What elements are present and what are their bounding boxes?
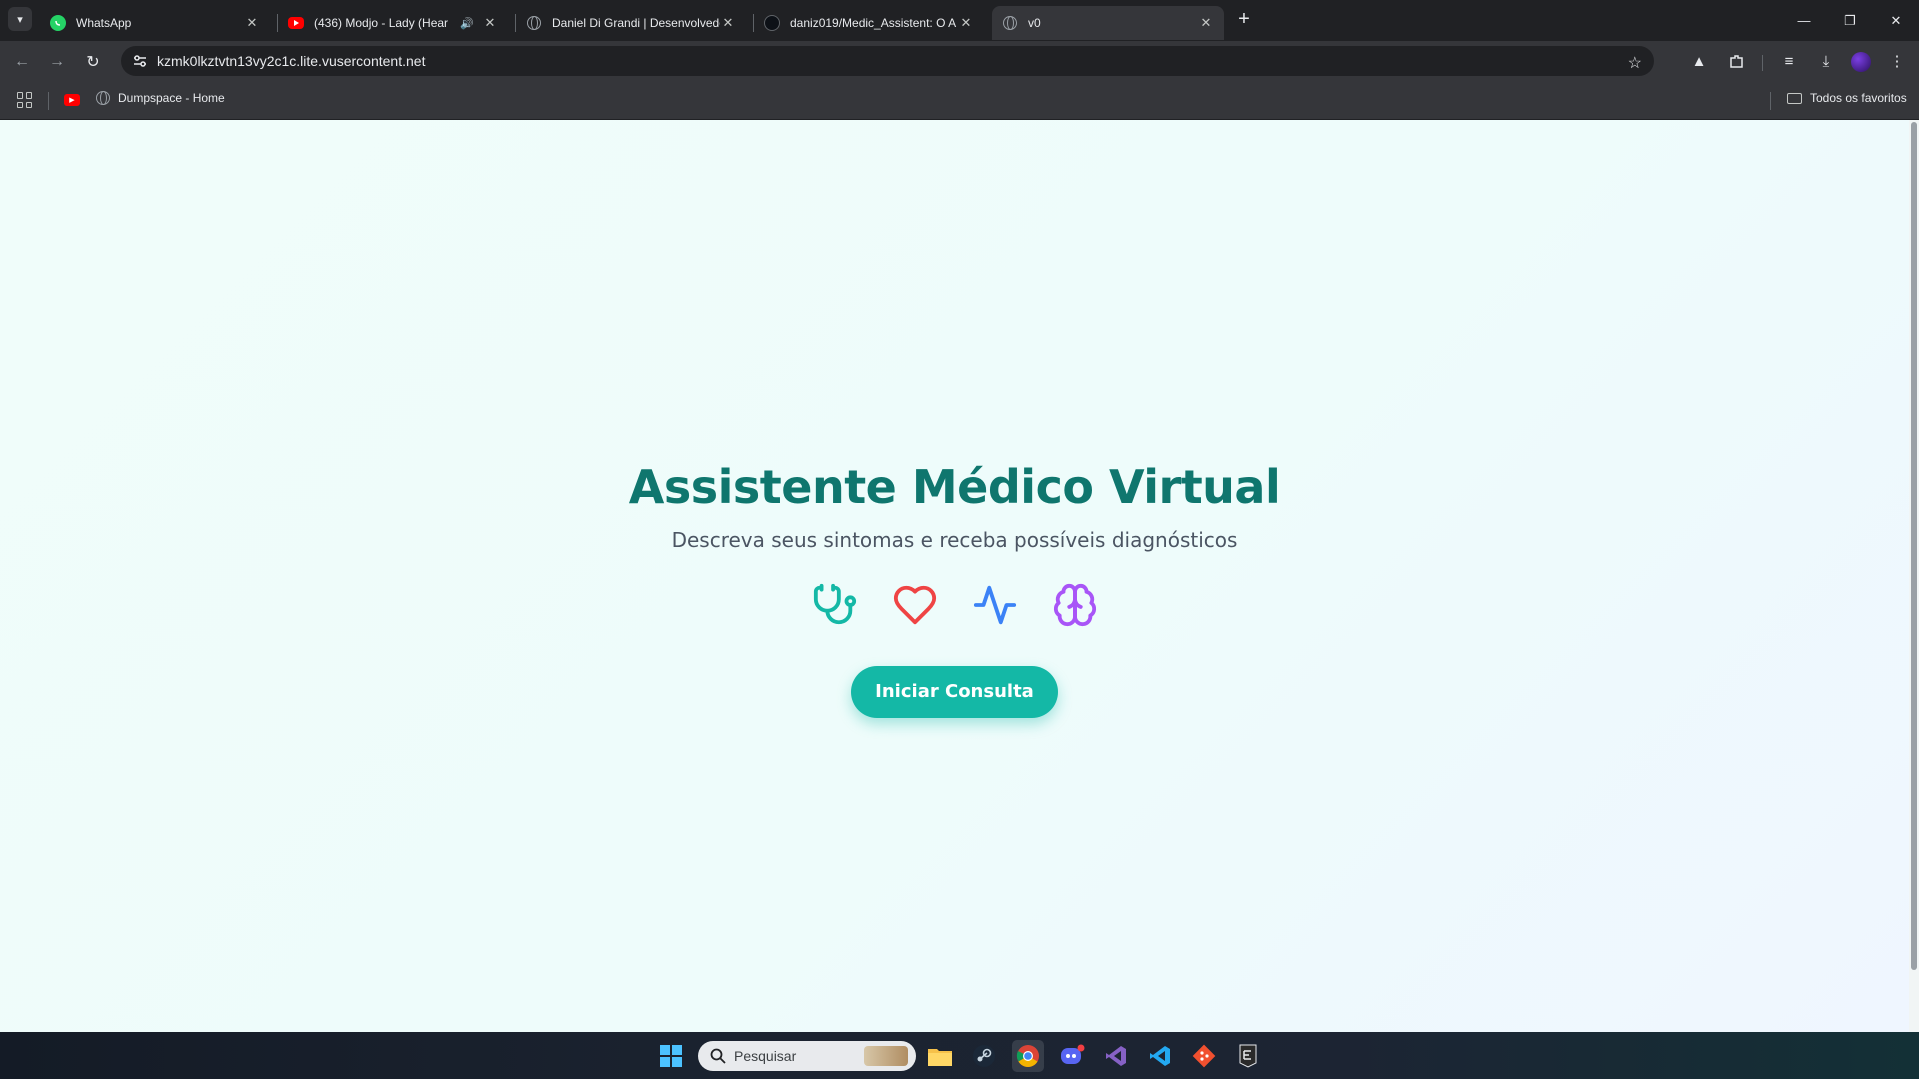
extensions-puzzle-icon[interactable]	[1724, 49, 1748, 73]
tab-whatsapp[interactable]: WhatsApp ✕	[40, 6, 270, 40]
globe-icon	[1002, 15, 1018, 31]
epic-games-icon[interactable]	[1232, 1040, 1264, 1072]
back-button[interactable]: ←	[9, 49, 35, 75]
close-icon[interactable]: ✕	[244, 15, 260, 31]
arrow-left-icon: ←	[14, 53, 30, 70]
file-explorer-icon[interactable]	[924, 1040, 956, 1072]
chrome-icon[interactable]	[1012, 1040, 1044, 1072]
close-icon[interactable]: ✕	[958, 15, 974, 31]
bookmarks-bar: ▶ Dumpspace - Home Todos os favoritos	[0, 82, 1919, 120]
address-url: kzmk0lkztvtn13vy2c1c.lite.vusercontent.n…	[157, 53, 426, 69]
reload-icon: ↻	[86, 54, 100, 71]
forward-button[interactable]: →	[44, 49, 70, 75]
close-icon[interactable]: ✕	[1198, 15, 1214, 31]
tab-title: Daniel Di Grandi | Desenvolvedo	[552, 16, 720, 30]
tab-title: WhatsApp	[76, 16, 132, 30]
tab-search-button[interactable]: ▾	[8, 7, 32, 31]
minimize-button[interactable]: —	[1781, 0, 1827, 41]
apps-grid-icon[interactable]	[17, 92, 33, 108]
bookmark-separator	[48, 92, 49, 110]
brain-icon	[1052, 582, 1098, 628]
extension-triangle-icon[interactable]: ▲	[1687, 49, 1711, 73]
tab-portfolio[interactable]: Daniel Di Grandi | Desenvolvedo ✕	[516, 6, 746, 40]
profile-avatar[interactable]	[1851, 52, 1871, 72]
folder-icon	[1787, 92, 1802, 104]
youtube-icon: ▶	[69, 97, 75, 104]
restore-icon: ❐	[1844, 12, 1856, 28]
globe-icon	[526, 15, 542, 31]
tab-v0[interactable]: v0 ✕	[992, 6, 1224, 40]
discord-icon[interactable]	[1056, 1040, 1088, 1072]
search-icon	[710, 1048, 726, 1064]
bookmark-separator	[1770, 92, 1771, 110]
browser-toolbar: ← → ↻ kzmk0lkztvtn13vy2c1c.lite.vusercon…	[0, 41, 1919, 82]
bookmark-star-icon[interactable]: ☆	[1628, 53, 1642, 73]
start-button[interactable]	[655, 1040, 687, 1072]
windows-taskbar: Pesquisar	[0, 1032, 1919, 1079]
tab-github[interactable]: daniz019/Medic_Assistent: O A ✕	[754, 6, 984, 40]
page-scrollbar[interactable]	[1909, 120, 1919, 1032]
bookmark-label: Dumpspace - Home	[118, 91, 225, 105]
all-bookmarks-label: Todos os favoritos	[1810, 91, 1907, 105]
git-icon[interactable]	[1188, 1040, 1220, 1072]
scrollbar-thumb[interactable]	[1911, 122, 1917, 970]
address-bar[interactable]: kzmk0lkztvtn13vy2c1c.lite.vusercontent.n…	[121, 46, 1654, 76]
github-icon	[764, 15, 780, 31]
close-window-button[interactable]: ✕	[1873, 0, 1919, 41]
bookmark-dumpspace[interactable]: Dumpspace - Home	[96, 91, 225, 105]
reload-button[interactable]: ↻	[80, 49, 106, 75]
chevron-down-icon: ▾	[17, 13, 23, 26]
search-highlight-image	[864, 1046, 908, 1066]
tab-title: (436) Modjo - Lady (Hear M	[314, 16, 453, 30]
site-info-icon[interactable]	[125, 55, 155, 67]
visual-studio-icon[interactable]	[1100, 1040, 1132, 1072]
start-icon	[660, 1045, 682, 1067]
vscode-icon[interactable]	[1144, 1040, 1176, 1072]
all-bookmarks-button[interactable]: Todos os favoritos	[1787, 91, 1907, 105]
new-tab-button[interactable]: +	[1233, 8, 1255, 30]
download-icon[interactable]: ⤓	[1814, 49, 1838, 73]
restore-button[interactable]: ❐	[1827, 0, 1873, 41]
speaker-icon[interactable]: 🔊	[460, 17, 474, 30]
more-menu-icon[interactable]: ⋮	[1885, 49, 1909, 73]
hero-section: Assistente Médico Virtual Descreva seus …	[0, 460, 1909, 718]
stethoscope-icon	[812, 582, 858, 628]
search-placeholder: Pesquisar	[734, 1048, 797, 1064]
close-icon[interactable]: ✕	[482, 15, 498, 31]
plus-icon: +	[1238, 7, 1250, 30]
close-icon: ✕	[1890, 12, 1902, 28]
taskbar-search[interactable]: Pesquisar	[698, 1041, 916, 1071]
tab-youtube[interactable]: (436) Modjo - Lady (Hear M 🔊 ✕	[278, 6, 508, 40]
page-viewport: Assistente Médico Virtual Descreva seus …	[0, 120, 1919, 1032]
toolbar-separator	[1762, 55, 1763, 71]
globe-icon	[96, 91, 110, 105]
minimize-icon: —	[1797, 13, 1811, 28]
close-icon[interactable]: ✕	[720, 15, 736, 31]
page-title: Assistente Médico Virtual	[628, 460, 1281, 514]
tab-strip: ▾ WhatsApp ✕ (436) Modjo - Lady (Hear M …	[0, 0, 1919, 41]
arrow-right-icon: →	[49, 53, 65, 70]
steam-icon[interactable]	[968, 1040, 1000, 1072]
tab-title: daniz019/Medic_Assistent: O A	[790, 16, 957, 30]
media-queue-icon[interactable]: ≡	[1777, 49, 1801, 73]
page-subtitle: Descreva seus sintomas e receba possívei…	[671, 528, 1238, 552]
youtube-icon	[288, 17, 304, 29]
start-consultation-button[interactable]: Iniciar Consulta	[851, 666, 1058, 718]
heart-icon	[892, 582, 938, 628]
tab-title: v0	[1028, 16, 1041, 30]
activity-icon	[972, 582, 1018, 628]
feature-icons	[0, 582, 1909, 628]
whatsapp-icon	[50, 15, 66, 31]
bookmark-youtube[interactable]: ▶	[64, 94, 80, 106]
